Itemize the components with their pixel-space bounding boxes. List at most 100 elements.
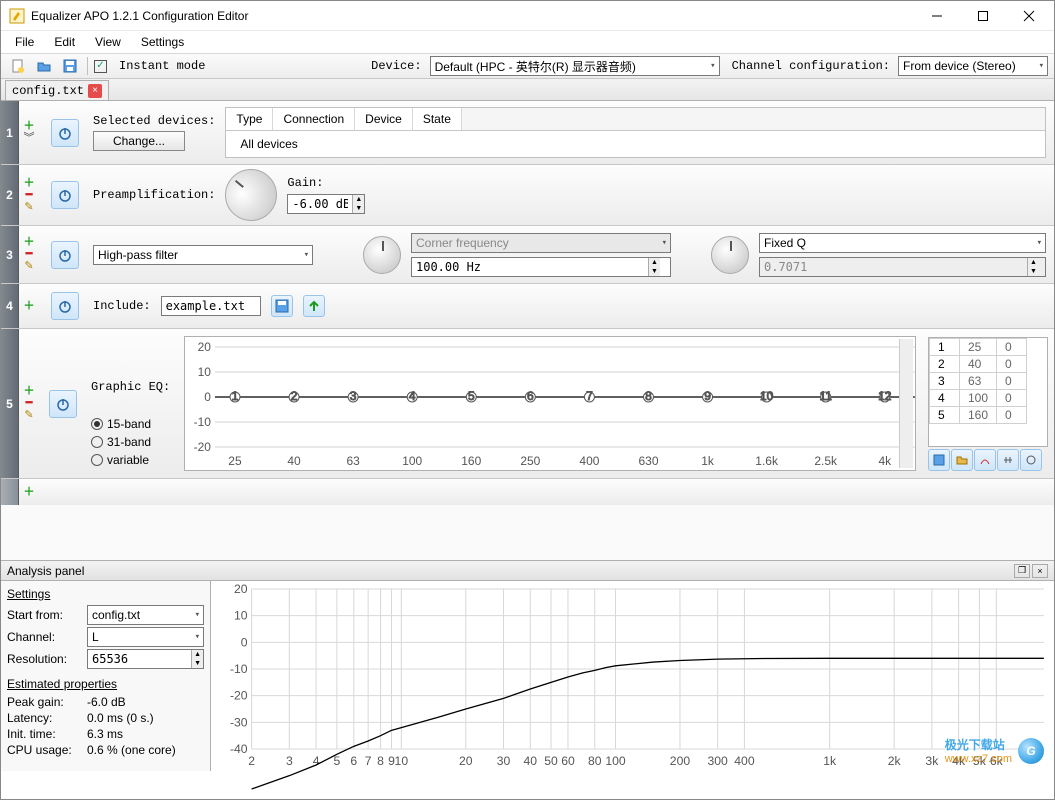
menu-view[interactable]: View xyxy=(85,33,131,51)
q-value-spinner[interactable]: ▲▼ xyxy=(759,257,1046,277)
add-block-icon[interactable]: ＋ xyxy=(24,487,35,498)
q-knob[interactable] xyxy=(711,236,749,274)
svg-text:-10: -10 xyxy=(194,415,212,429)
eq-graph[interactable]: 20 10 0 -10 -20 123456789101112 25406310… xyxy=(184,336,916,471)
resolution-spinner[interactable]: ▲▼ xyxy=(87,649,204,669)
instant-mode-checkbox[interactable] xyxy=(94,60,107,73)
add-block-icon[interactable]: ＋ xyxy=(24,121,35,132)
config-work-area: 1 ＋ ︾ Selected devices: Change... Type C… xyxy=(1,101,1054,561)
gain-input[interactable] xyxy=(288,197,352,211)
filter-type-combo[interactable]: High-pass filter xyxy=(93,245,313,265)
svg-text:0: 0 xyxy=(241,635,248,649)
eq-open-icon[interactable] xyxy=(951,449,973,471)
q-value-input[interactable] xyxy=(760,260,1027,274)
power-toggle[interactable] xyxy=(51,119,79,147)
device-combo[interactable]: Default (HPC - 英特尔(R) 显示器音频) xyxy=(430,56,720,76)
peak-gain-label: Peak gain: xyxy=(7,695,83,709)
open-file-icon[interactable] xyxy=(33,56,55,76)
maximize-button[interactable] xyxy=(960,1,1006,31)
new-file-icon[interactable] xyxy=(7,56,29,76)
eq-mode-variable[interactable]: variable xyxy=(91,453,170,467)
add-block-icon[interactable]: ＋ xyxy=(24,178,35,189)
change-devices-button[interactable]: Change... xyxy=(93,131,185,151)
eq-band-table[interactable]: 1250240036304100051600 xyxy=(928,337,1048,447)
tab-device[interactable]: Device xyxy=(355,108,413,130)
corner-freq-label-combo[interactable]: Corner frequency xyxy=(411,233,671,253)
analysis-settings-title: Settings xyxy=(7,587,204,601)
menu-file[interactable]: File xyxy=(5,33,44,51)
collapse-icon[interactable]: ︾ xyxy=(24,133,35,144)
add-block-icon[interactable]: ＋ xyxy=(24,301,35,312)
add-block-row: ＋ xyxy=(1,479,1054,505)
eq-mode-31[interactable]: 31-band xyxy=(91,435,170,449)
preamp-knob[interactable] xyxy=(215,158,288,231)
device-sub-content: All devices xyxy=(226,131,1045,157)
svg-text:630: 630 xyxy=(639,454,659,468)
channel-config-label: Channel configuration: xyxy=(732,59,890,73)
channel-combo[interactable]: L xyxy=(87,627,204,647)
add-block-icon[interactable]: ＋ xyxy=(24,386,35,397)
menu-edit[interactable]: Edit xyxy=(44,33,85,51)
svg-text:-20: -20 xyxy=(230,689,248,703)
eq-invert-icon[interactable] xyxy=(974,449,996,471)
power-toggle[interactable] xyxy=(49,390,77,418)
edit-block-icon[interactable]: ✎ xyxy=(24,261,33,272)
tab-type[interactable]: Type xyxy=(226,108,273,130)
tab-connection[interactable]: Connection xyxy=(273,108,355,130)
freq-knob[interactable] xyxy=(363,236,401,274)
eq-normalize-icon[interactable] xyxy=(997,449,1019,471)
peak-gain-value: -6.0 dB xyxy=(87,695,126,709)
corner-freq-input[interactable] xyxy=(412,260,648,274)
svg-text:9: 9 xyxy=(704,389,711,403)
eq-reset-icon[interactable] xyxy=(1020,449,1042,471)
open-include-icon[interactable] xyxy=(271,295,293,317)
svg-text:40: 40 xyxy=(524,754,538,768)
svg-text:-20: -20 xyxy=(194,440,212,454)
remove-block-icon[interactable]: ━ xyxy=(26,190,33,201)
remove-block-icon[interactable]: ━ xyxy=(26,398,33,409)
svg-text:100: 100 xyxy=(605,754,626,768)
q-mode-combo[interactable]: Fixed Q xyxy=(759,233,1046,253)
analysis-panel-header[interactable]: Analysis panel ❐ × xyxy=(1,561,1054,581)
save-file-icon[interactable] xyxy=(59,56,81,76)
svg-text:400: 400 xyxy=(580,454,600,468)
remove-block-icon[interactable]: ━ xyxy=(26,249,33,260)
power-toggle[interactable] xyxy=(51,181,79,209)
channel-config-combo[interactable]: From device (Stereo) xyxy=(898,56,1048,76)
include-label: Include: xyxy=(93,299,151,313)
tab-state[interactable]: State xyxy=(413,108,462,130)
gain-spinner[interactable]: ▲▼ xyxy=(287,194,365,214)
block-handle-5[interactable]: 5 xyxy=(1,329,19,478)
analysis-chart[interactable]: 20100-10-20-30-40 2345678910203040506080… xyxy=(211,581,1054,771)
svg-text:2: 2 xyxy=(291,389,298,403)
block-handle-3[interactable]: 3 xyxy=(1,226,19,283)
minimize-button[interactable] xyxy=(914,1,960,31)
jump-include-icon[interactable] xyxy=(303,295,325,317)
analysis-close-icon[interactable]: × xyxy=(1032,564,1048,578)
watermark: 极光下载站 www.xz7.com G xyxy=(945,736,1044,765)
eq-save-icon[interactable] xyxy=(928,449,950,471)
eq-graph-scrollbar[interactable] xyxy=(899,339,913,468)
close-button[interactable] xyxy=(1006,1,1052,31)
menu-settings[interactable]: Settings xyxy=(131,33,194,51)
eq-mode-15[interactable]: 15-band xyxy=(91,417,170,431)
block-2: 2 ＋ ━ ✎ Preamplification: Gain: ▲▼ xyxy=(1,165,1054,226)
close-tab-icon[interactable]: × xyxy=(88,84,102,98)
block-side-controls: ＋ ︾ xyxy=(19,101,39,164)
corner-freq-spinner[interactable]: ▲▼ xyxy=(411,257,671,277)
add-block-icon[interactable]: ＋ xyxy=(24,237,35,248)
edit-block-icon[interactable]: ✎ xyxy=(24,202,33,213)
power-toggle[interactable] xyxy=(51,292,79,320)
document-tab[interactable]: config.txt × xyxy=(5,80,109,100)
block-handle-1[interactable]: 1 xyxy=(1,101,19,164)
edit-block-icon[interactable]: ✎ xyxy=(24,410,33,421)
svg-text:10: 10 xyxy=(234,609,248,623)
start-from-combo[interactable]: config.txt xyxy=(87,605,204,625)
svg-text:20: 20 xyxy=(459,754,473,768)
analysis-undock-icon[interactable]: ❐ xyxy=(1014,564,1030,578)
cpu-usage-value: 0.6 % (one core) xyxy=(87,743,176,757)
power-toggle[interactable] xyxy=(51,241,79,269)
block-handle-4[interactable]: 4 xyxy=(1,284,19,328)
include-path-input[interactable] xyxy=(161,296,261,316)
block-handle-2[interactable]: 2 xyxy=(1,165,19,225)
